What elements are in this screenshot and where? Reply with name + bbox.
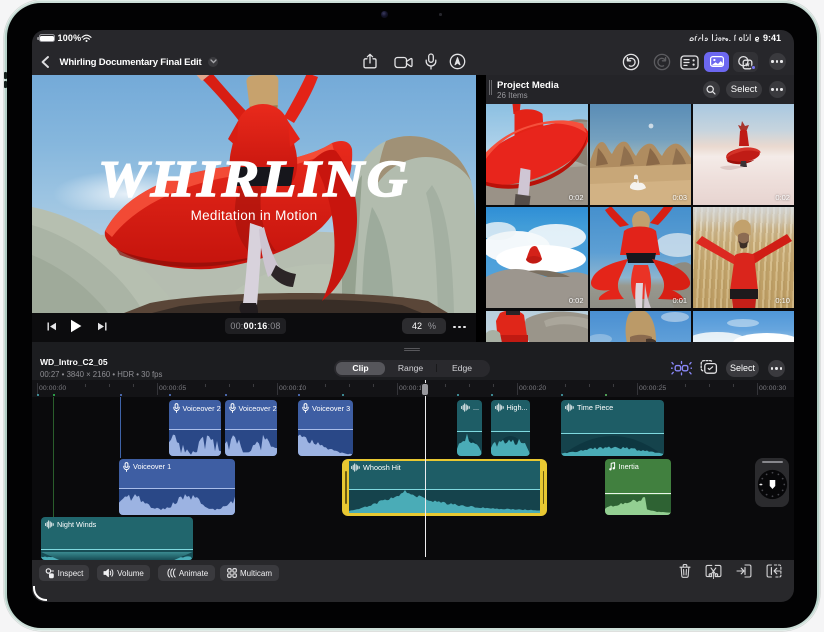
svg-text:9:41: 9:41 bbox=[763, 33, 781, 43]
